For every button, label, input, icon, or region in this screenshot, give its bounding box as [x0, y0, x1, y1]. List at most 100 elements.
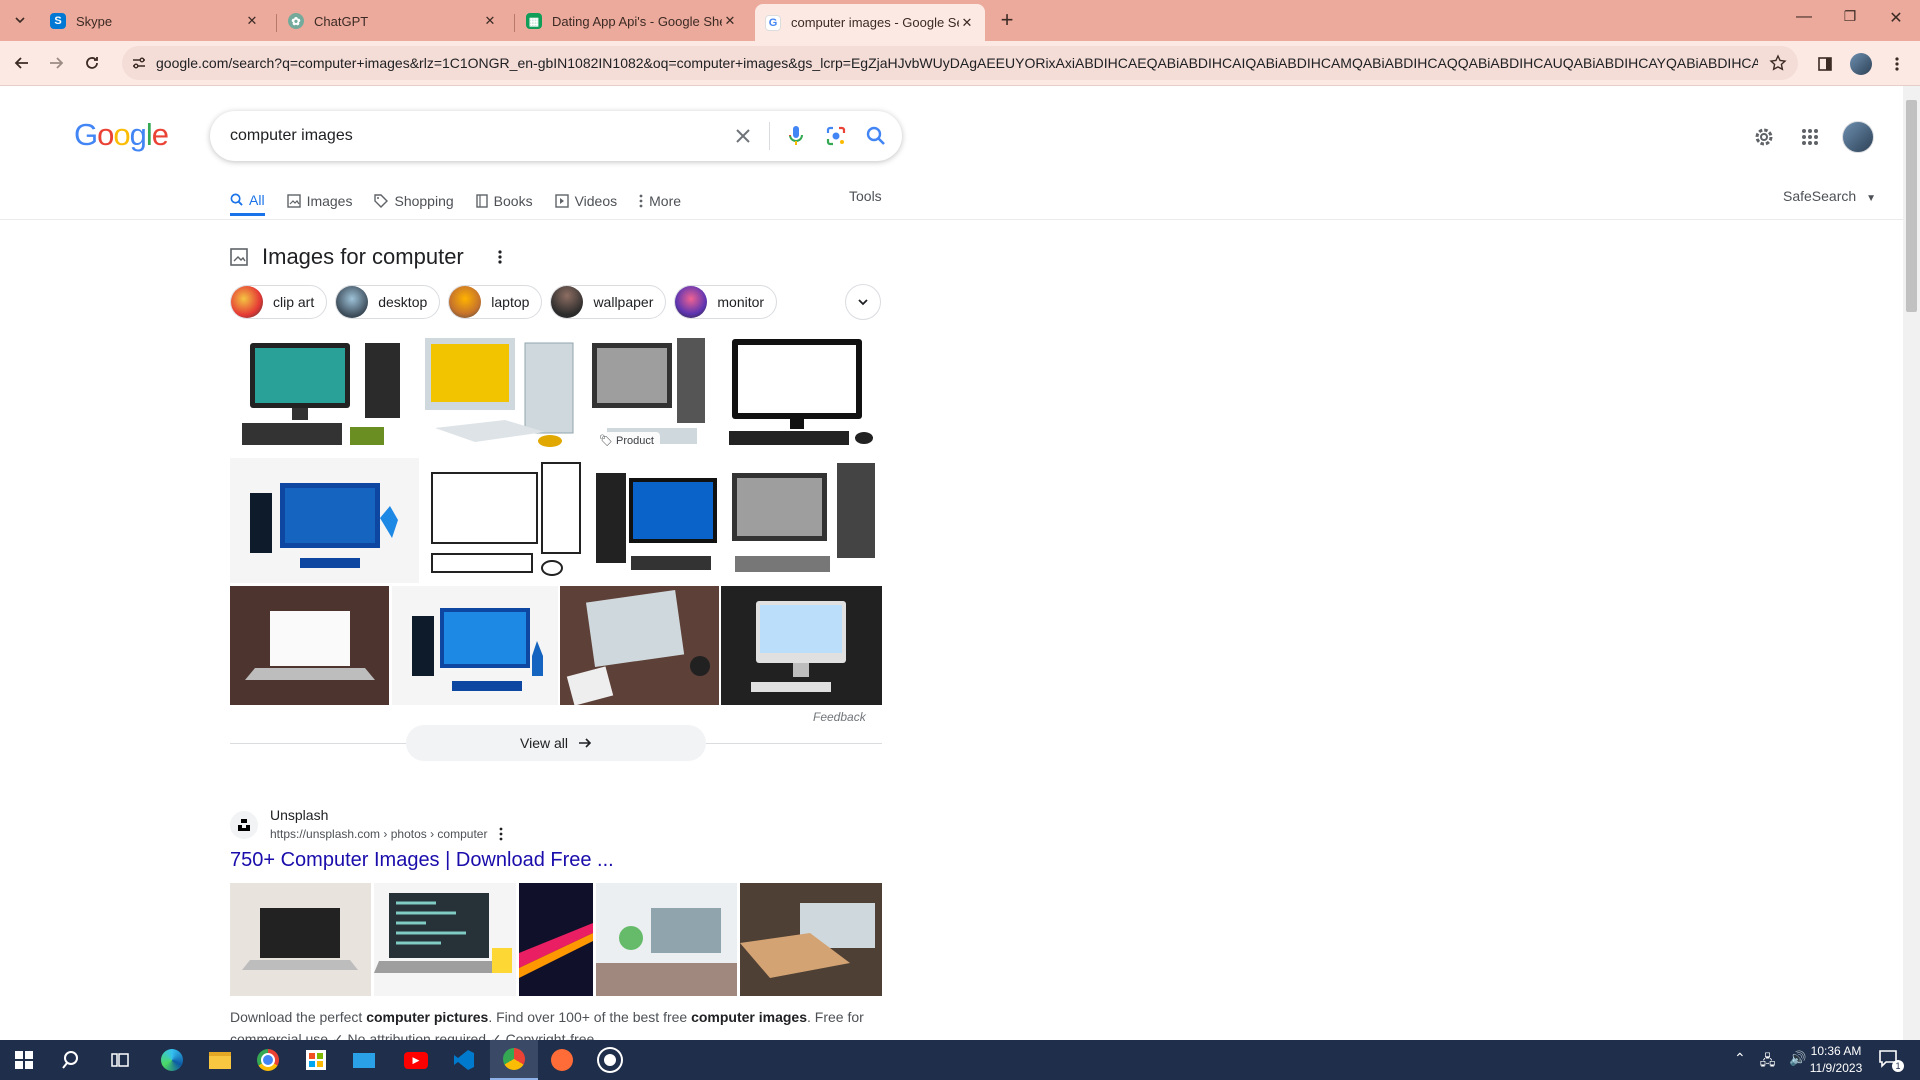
chip-clip-art[interactable]: clip art — [230, 285, 328, 319]
store-icon — [306, 1050, 326, 1070]
tab-books[interactable]: Books — [475, 186, 533, 216]
search-submit-button[interactable] — [856, 116, 896, 156]
taskbar-file-explorer[interactable] — [196, 1040, 244, 1080]
result-thumbnail[interactable] — [740, 883, 882, 996]
browser-menu-button[interactable] — [1884, 51, 1910, 77]
taskbar-youtube[interactable]: ▶ — [392, 1040, 440, 1080]
network-icon[interactable]: 🖧 — [1760, 1050, 1776, 1074]
address-bar[interactable]: google.com/search?q=computer+images&rlz=… — [122, 46, 1798, 80]
close-icon[interactable]: ✕ — [482, 13, 498, 29]
profile-avatar — [1850, 53, 1872, 75]
notification-center-button[interactable]: 1 — [1878, 1048, 1904, 1072]
chrome-icon — [257, 1049, 279, 1071]
result-thumbnail[interactable] — [230, 883, 371, 996]
forward-button[interactable] — [44, 51, 68, 75]
tab-videos[interactable]: Videos — [554, 186, 617, 216]
chip-wallpaper[interactable]: wallpaper — [550, 285, 667, 319]
lens-search-button[interactable] — [816, 116, 856, 156]
image-result[interactable] — [230, 458, 419, 583]
taskbar-edge[interactable] — [148, 1040, 196, 1080]
google-logo[interactable]: Google — [74, 117, 169, 153]
taskbar-app[interactable] — [586, 1040, 634, 1080]
settings-button[interactable] — [1751, 124, 1777, 150]
result-thumbnail[interactable] — [596, 883, 737, 996]
safesearch-button[interactable]: SafeSearch ▼ — [1783, 188, 1876, 204]
taskbar-chrome-active[interactable] — [490, 1040, 538, 1080]
tag-icon: 🏷 — [599, 435, 613, 447]
google-apps-button[interactable] — [1797, 124, 1823, 150]
tab-images[interactable]: Images — [286, 186, 352, 216]
result-thumbnail[interactable] — [519, 883, 593, 996]
close-icon[interactable]: ✕ — [244, 13, 260, 29]
close-icon[interactable]: ✕ — [959, 15, 975, 31]
tab-more[interactable]: More — [639, 186, 681, 216]
profile-button[interactable] — [1848, 51, 1874, 77]
taskbar-search-button[interactable] — [48, 1040, 96, 1080]
minimize-button[interactable]: — — [1782, 8, 1826, 32]
result-url[interactable]: https://unsplash.com › photos › computer — [270, 827, 503, 841]
result-title-link[interactable]: 750+ Computer Images | Download Free ... — [230, 849, 614, 872]
browser-tab-google[interactable]: G computer images - Google Sea ✕ — [755, 4, 985, 41]
scrollbar-thumb[interactable] — [1906, 100, 1917, 312]
chip-thumbnail — [551, 286, 584, 318]
more-vert-icon[interactable] — [498, 249, 502, 265]
restore-button[interactable]: ❐ — [1828, 8, 1872, 32]
site-info-icon[interactable] — [122, 55, 156, 71]
result-thumbnail[interactable] — [374, 883, 516, 996]
result-site-name[interactable]: Unsplash — [270, 807, 328, 823]
image-result[interactable] — [230, 333, 412, 455]
window-close-button[interactable]: ✕ — [1874, 8, 1918, 32]
more-vert-icon[interactable] — [499, 827, 503, 841]
taskbar-mail[interactable] — [340, 1040, 388, 1080]
account-avatar[interactable] — [1842, 121, 1874, 153]
image-result[interactable] — [714, 333, 882, 455]
clear-search-button[interactable] — [723, 116, 763, 156]
chip-laptop[interactable]: laptop — [448, 285, 543, 319]
browser-tab-skype[interactable]: S Skype ✕ — [40, 6, 270, 36]
tools-button[interactable]: Tools — [849, 188, 882, 204]
chips-expand-button[interactable] — [845, 284, 881, 320]
image-result[interactable] — [230, 586, 389, 705]
taskbar-store[interactable] — [292, 1040, 340, 1080]
image-result[interactable] — [591, 458, 724, 583]
image-result[interactable] — [415, 333, 585, 455]
image-result[interactable] — [727, 458, 882, 583]
search-box[interactable]: computer images — [210, 111, 902, 161]
feedback-link[interactable]: Feedback — [813, 710, 866, 724]
play-icon — [554, 194, 569, 208]
new-tab-button[interactable]: + — [994, 8, 1020, 34]
back-button[interactable] — [10, 51, 34, 75]
app-icon — [599, 1049, 621, 1071]
chip-monitor[interactable]: monitor — [674, 285, 778, 319]
tab-shopping[interactable]: Shopping — [374, 186, 454, 216]
chip-label: desktop — [378, 294, 428, 310]
taskbar-chrome[interactable] — [244, 1040, 292, 1080]
desktop-computer-image — [250, 483, 398, 568]
image-result[interactable] — [422, 458, 588, 583]
reload-button[interactable] — [80, 51, 104, 75]
browser-tab-chatgpt[interactable]: ✿ ChatGPT ✕ — [278, 6, 508, 36]
taskbar-postman[interactable] — [538, 1040, 586, 1080]
image-result[interactable] — [392, 586, 558, 705]
task-view-button[interactable] — [96, 1040, 144, 1080]
search-icon — [230, 193, 243, 206]
voice-search-button[interactable] — [776, 116, 816, 156]
browser-tab-sheets[interactable]: ▦ Dating App Api's - Google She ✕ — [516, 6, 748, 36]
chevron-up-icon[interactable]: ⌃ — [1734, 1050, 1746, 1074]
tab-search-button[interactable] — [7, 8, 33, 32]
start-button[interactable] — [0, 1040, 48, 1080]
search-input[interactable]: computer images — [230, 127, 723, 145]
image-result[interactable] — [721, 586, 882, 705]
image-result[interactable]: 🏷 Product — [587, 333, 711, 455]
chip-desktop[interactable]: desktop — [335, 285, 441, 319]
bookmark-star-icon[interactable] — [1758, 54, 1798, 72]
close-icon[interactable]: ✕ — [722, 13, 738, 29]
tab-all[interactable]: All — [230, 186, 265, 216]
browser-tab-bar: S Skype ✕ ✿ ChatGPT ✕ ▦ Dating App Api's… — [0, 0, 1920, 41]
view-all-button[interactable]: View all — [406, 725, 706, 761]
image-result[interactable] — [560, 586, 719, 705]
taskbar-clock[interactable]: 10:36 AM 11/9/2023 — [1800, 1043, 1872, 1077]
taskbar-vscode[interactable] — [440, 1040, 488, 1080]
side-panel-button[interactable] — [1812, 51, 1838, 77]
side-panel-icon — [1818, 57, 1832, 71]
